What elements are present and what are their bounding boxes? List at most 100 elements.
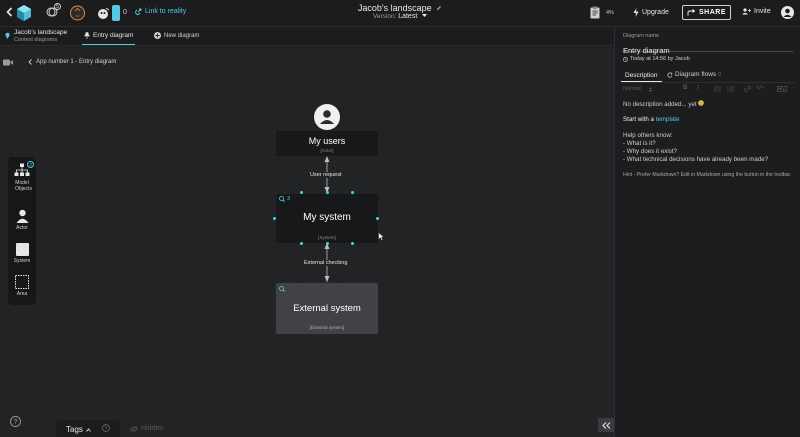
landscape-name[interactable]: Jacob's landscape [14, 29, 67, 36]
eye-off-icon [130, 425, 138, 432]
bullet-list-icon[interactable] [714, 86, 721, 92]
tab-divider [621, 82, 795, 83]
avatar[interactable] [781, 6, 794, 19]
resize-handle[interactable] [351, 191, 354, 194]
template-link[interactable]: template [656, 116, 680, 123]
tool-actor[interactable]: Actor [8, 209, 36, 231]
tab-description[interactable]: Description [621, 69, 662, 82]
resize-handle[interactable] [326, 191, 329, 194]
svg-text:?: ? [105, 426, 108, 432]
node-my-system-count-value: 3 [287, 196, 291, 202]
tool-system[interactable]: System [8, 243, 36, 264]
location-pin-icon [5, 32, 10, 39]
help-icon[interactable]: ? [10, 416, 21, 427]
resize-handle[interactable] [351, 242, 354, 245]
tags-label: Tags [66, 425, 83, 434]
help-item: - What technical decisions have already … [623, 156, 769, 163]
node-my-system-count[interactable]: 3 [279, 196, 290, 202]
zoom-in-icon[interactable] [279, 286, 285, 292]
tab-diagram-flows[interactable]: Diagram flows 0 [667, 71, 721, 78]
chevron-left-icon[interactable] [6, 7, 13, 17]
version-label: Version: [372, 13, 397, 20]
version-value: Latest [398, 13, 418, 20]
share-button[interactable]: SHARE [682, 5, 731, 20]
resize-handle[interactable] [326, 242, 329, 245]
node-my-users-subtitle: [Actor] [320, 148, 334, 153]
node-external-system[interactable]: External system [External system] [276, 283, 378, 334]
node-my-users-title: My users [308, 136, 346, 146]
connection-label-request[interactable]: User request [309, 172, 343, 178]
diagram-canvas[interactable]: App number 1 - Entry diagram User reques… [0, 47, 614, 437]
actor-avatar-icon[interactable] [314, 104, 340, 130]
format-select[interactable]: Normal [623, 86, 652, 92]
version-selector[interactable]: Version: Latest [340, 13, 460, 20]
tool-system-label: System [13, 258, 31, 264]
upgrade-button[interactable]: Upgrade [633, 8, 669, 17]
actor-icon [16, 209, 29, 223]
node-external-system-title: External system [293, 303, 361, 314]
mascot-icon[interactable] [97, 6, 111, 20]
no-description-text: No description added... yet [623, 100, 705, 108]
resize-handle[interactable] [300, 191, 303, 194]
tool-model-objects-label: Model Objects [15, 180, 32, 192]
tab-diagram-flows-count: 0 [718, 71, 721, 78]
lightning-icon [633, 8, 639, 17]
emoji-icon [698, 100, 705, 106]
area-dashed-icon [15, 275, 29, 289]
node-external-system-subtitle: [External system] [309, 325, 345, 330]
updated-text: Today at 14:56 by Jacob [630, 56, 690, 62]
diagram-name-value: Entry diagram [623, 46, 670, 55]
help-item: - What is it? [623, 140, 656, 147]
no-description-label: No description added... yet [623, 101, 697, 108]
notifications-count: 5 [54, 3, 61, 10]
badge-icon[interactable]: Lv [70, 4, 85, 22]
collapse-panel-button[interactable] [598, 418, 614, 432]
diagram-name-input[interactable]: Entry diagram [623, 40, 793, 55]
clipboard-icon[interactable] [590, 6, 600, 19]
tags-help-icon[interactable]: ? [102, 424, 110, 432]
node-my-users[interactable]: My users [Actor] [276, 131, 378, 156]
new-diagram-label: New diagram [164, 32, 200, 39]
node-my-system[interactable]: 3 My system [System] [276, 194, 378, 243]
badge-count: 0 [123, 9, 127, 16]
link-icon[interactable] [744, 86, 751, 92]
new-diagram-button[interactable]: New diagram [154, 32, 199, 39]
code-button[interactable]: </> [756, 85, 764, 91]
bold-button[interactable]: B [683, 85, 687, 91]
markdown-hint: Hint - Prefer Markdown? Edit in Markdown… [623, 172, 792, 178]
model-objects-count: 3 [27, 161, 34, 168]
top-bar: 5 Lv 0 Link to reality Jacob's landscape… [0, 0, 800, 27]
start-with-template: Start with a template [623, 116, 679, 123]
tool-area[interactable]: Area [8, 275, 36, 297]
plus-circle-icon [154, 32, 161, 39]
app-window: 5 Lv 0 Link to reality Jacob's landscape… [0, 0, 800, 437]
invite-button[interactable]: Invite [742, 8, 771, 15]
upgrade-label: Upgrade [642, 9, 669, 16]
connection-label-checking[interactable]: External checking [303, 260, 349, 266]
help-item: - Why does it exist? [623, 148, 677, 155]
numbered-list-icon[interactable] [727, 86, 734, 92]
diagram-bar: Jacob's landscape Context diagrams Entry… [0, 27, 614, 46]
format-select-label: Normal [623, 86, 641, 92]
resize-handle[interactable] [300, 242, 303, 245]
pin-icon [84, 32, 90, 39]
tags-toggle[interactable]: Tags [66, 425, 91, 434]
link-to-reality-button[interactable]: Link to reality [135, 8, 186, 15]
resize-handle[interactable] [376, 217, 379, 220]
hidden-toggle[interactable]: Hidden [130, 425, 163, 432]
landscape-title[interactable]: Jacob's landscape [340, 3, 460, 13]
tool-actor-label: Actor [16, 225, 28, 231]
node-my-system-subtitle: [System] [318, 235, 336, 240]
resize-handle[interactable] [273, 217, 276, 220]
italic-button[interactable]: I [697, 85, 699, 91]
share-label: SHARE [698, 9, 726, 16]
svg-text:Lv: Lv [76, 14, 80, 18]
formatting-toolbar: Normal B I </> [623, 85, 793, 95]
tab-description-label: Description [625, 71, 658, 79]
tool-area-label: Area [16, 291, 28, 297]
link-icon [135, 8, 142, 15]
tab-entry-diagram[interactable]: Entry diagram [82, 27, 136, 45]
logo-cube-icon[interactable] [16, 4, 32, 22]
pencil-icon[interactable] [436, 5, 442, 11]
markdown-icon[interactable] [777, 86, 787, 92]
